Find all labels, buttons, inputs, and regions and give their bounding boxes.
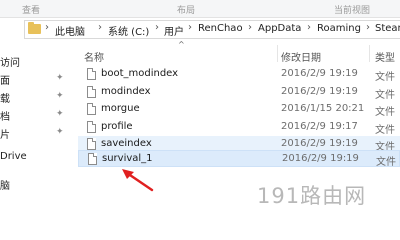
file-type: 文件 (375, 125, 395, 136)
file-name: profile (101, 121, 133, 132)
pin-icon: ✦ (56, 73, 64, 83)
address-bar-area: › 此电脑 › 系统 (C:) › 用户 › RenChao › AppData… (0, 18, 400, 40)
nav-item-documents[interactable]: 档 (0, 108, 10, 123)
pin-icon: ✦ (56, 127, 64, 137)
breadcrumb-separator: › (366, 22, 370, 33)
file-date: 2016/2/9 19:19 (281, 68, 358, 79)
file-type: 文件 (375, 72, 395, 83)
pin-icon: ✦ (56, 109, 64, 119)
file-icon (87, 68, 96, 80)
file-name: morgue (101, 103, 140, 114)
sort-arrow-icon: ^ (178, 40, 185, 49)
file-name: boot_modindex (101, 68, 179, 79)
file-date: 2016/2/9 19:17 (281, 121, 358, 132)
nav-item-quick-access[interactable]: 访问 (0, 54, 20, 69)
nav-item-downloads[interactable]: 载 (0, 90, 10, 105)
file-date: 2016/2/9 19:19 (281, 138, 358, 149)
file-row[interactable]: morgue 2016/1/15 20:21 文件 (78, 101, 400, 118)
breadcrumb-steam[interactable]: Steam (375, 23, 400, 34)
file-icon (87, 121, 96, 133)
nav-item-onedrive[interactable]: Drive (0, 151, 27, 162)
column-header-date[interactable]: 修改日期 (281, 49, 321, 64)
file-icon (87, 103, 96, 115)
breadcrumb-system-c[interactable]: 系统 (C:) (108, 23, 149, 38)
annotation-arrow-icon (122, 169, 154, 192)
file-row[interactable]: profile 2016/2/9 19:17 文件 (78, 119, 400, 136)
file-icon (87, 138, 96, 150)
column-divider[interactable] (369, 45, 370, 62)
file-row[interactable]: modindex 2016/2/9 19:19 文件 (78, 84, 400, 101)
file-date: 2016/2/9 19:19 (281, 86, 358, 97)
file-date: 2016/1/15 20:21 (281, 103, 365, 114)
column-header-type[interactable]: 类型 (375, 49, 395, 64)
nav-item-desktop[interactable]: 面 (0, 72, 10, 87)
breadcrumb-separator: › (45, 22, 49, 33)
navigation-pane: 访问 面 ✦ 载 ✦ 档 ✦ 片 ✦ Drive 脑 (0, 41, 70, 221)
file-type: 文件 (375, 107, 395, 118)
breadcrumb-roaming[interactable]: Roaming (317, 23, 361, 34)
ribbon-tab-layout[interactable]: 布局 (177, 3, 195, 16)
folder-icon (28, 22, 41, 34)
column-header-name[interactable]: 名称 (84, 49, 104, 64)
file-name: survival_1 (102, 153, 153, 164)
pin-icon: ✦ (56, 91, 64, 101)
file-date: 2016/2/9 19:19 (282, 153, 359, 164)
file-row-selected[interactable]: survival_1 2016/2/9 19:19 文件 (78, 150, 400, 168)
nav-item-pictures[interactable]: 片 (0, 126, 10, 141)
address-bar[interactable]: › 此电脑 › 系统 (C:) › 用户 › RenChao › AppData… (24, 20, 400, 39)
file-type: 文件 (376, 157, 396, 168)
breadcrumb-separator: › (155, 22, 159, 33)
breadcrumb-separator: › (307, 22, 311, 33)
breadcrumb-separator: › (98, 22, 102, 33)
file-row[interactable]: boot_modindex 2016/2/9 19:19 文件 (78, 66, 400, 83)
file-name: saveindex (101, 138, 152, 149)
nav-item-this-pc[interactable]: 脑 (0, 177, 10, 192)
breadcrumb-separator: › (248, 22, 252, 33)
watermark: 191路由网 (257, 184, 367, 208)
ribbon-tab-current-view[interactable]: 当前视图 (334, 3, 370, 16)
file-name: modindex (101, 86, 151, 97)
breadcrumb-appdata[interactable]: AppData (258, 23, 301, 34)
ribbon-tab-view[interactable]: 查看 (22, 3, 40, 16)
file-icon (88, 153, 97, 165)
column-divider[interactable] (277, 45, 278, 62)
breadcrumb-separator: › (188, 22, 192, 33)
file-type: 文件 (375, 90, 395, 101)
file-icon (87, 86, 96, 98)
breadcrumb-this-pc[interactable]: 此电脑 (55, 23, 85, 38)
breadcrumb-renchao[interactable]: RenChao (198, 23, 243, 34)
breadcrumb-users[interactable]: 用户 (164, 23, 184, 38)
ribbon: 查看 布局 当前视图 (0, 0, 400, 18)
